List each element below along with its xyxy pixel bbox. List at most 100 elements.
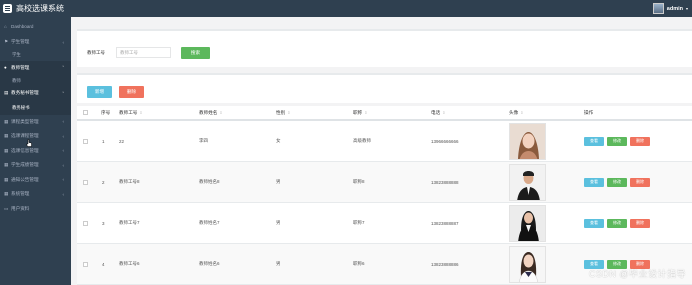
cell-gender: 男 <box>276 220 281 225</box>
sidebar-item-label: 教师管理 <box>11 64 30 70</box>
cell-index: 4 <box>102 261 105 267</box>
sidebar-item-secretary-mgmt[interactable]: ▤ 教务秘书管理 ˇ <box>0 86 71 101</box>
sidebar-subitem-secretary[interactable]: 教务秘书 <box>0 100 71 115</box>
sidebar-subitem-student[interactable]: 学生 <box>0 50 71 61</box>
delete-row-button[interactable]: 删除 <box>630 177 650 187</box>
teacher-table: 序号 教师工号 ⇕ 教师姓名 ⇕ 性别 ⇕ 职称 ⇕ 电话 ⇕ 头像 ⇕ 操作 1 22 李… <box>77 106 692 285</box>
action-panel: 新增 删除 <box>77 73 692 103</box>
edit-button[interactable]: 修改 <box>607 218 627 228</box>
cell-phone: 13823888887 <box>431 220 459 226</box>
search-button[interactable]: 搜索 <box>181 47 210 59</box>
chevron-left-icon: ‹ <box>62 119 65 125</box>
column-header-index: 序号 <box>101 109 111 115</box>
view-button[interactable]: 查看 <box>584 136 604 146</box>
sidebar-item-dashboard[interactable]: ⌂ Dashboard <box>0 17 71 35</box>
table-row: 2 教师工号8 教师姓名8 男 职称8 13823888888 查看 修改 删除 <box>77 162 692 203</box>
edit-button[interactable]: 修改 <box>607 136 627 146</box>
sort-icon: ⇕ <box>287 111 291 115</box>
cell-name: 教师姓名6 <box>199 261 220 266</box>
sort-icon: ⇕ <box>364 111 368 115</box>
watermark: CSDN @毕业设计指导 <box>588 269 686 279</box>
cell-gender: 男 <box>276 179 281 184</box>
app-title: 高校选课系统 <box>16 4 64 13</box>
home-icon: ⌂ <box>4 23 7 29</box>
delete-row-button[interactable]: 删除 <box>630 218 650 228</box>
cell-gender: 男 <box>276 261 281 266</box>
chevron-left-icon: ‹ <box>62 148 65 154</box>
chevron-down-icon: ˇ <box>62 65 65 71</box>
grid-icon: ▦ <box>4 147 9 153</box>
sort-icon: ⇕ <box>139 111 143 115</box>
column-header-avatar[interactable]: 头像 ⇕ <box>509 106 523 119</box>
sidebar-subitem-teacher[interactable]: 教师 <box>0 75 71 86</box>
user-icon: ● <box>4 65 7 71</box>
sidebar-item-course-type-mgmt[interactable]: ▦ 课程类型管理 ‹ <box>0 115 71 130</box>
row-checkbox[interactable] <box>83 220 88 226</box>
sidebar-item-label: 学生成绩管理 <box>11 162 39 168</box>
sidebar-item-label: 系统管理 <box>11 191 30 197</box>
row-checkbox[interactable] <box>83 261 88 267</box>
search-input[interactable]: 教师工号 <box>116 47 171 58</box>
select-all-checkbox[interactable] <box>83 110 88 115</box>
cell-index: 1 <box>102 138 105 144</box>
column-header-phone[interactable]: 电话 ⇕ <box>431 106 445 119</box>
sidebar-item-user-profile[interactable]: ▭ 用户资料 <box>0 202 71 217</box>
main-content: 教师工号 教师工号 搜索 新增 删除 序号 教师工号 ⇕ 教师姓名 ⇕ 性别 ⇕ 职称… <box>71 17 692 285</box>
chevron-left-icon: ‹ <box>62 177 65 183</box>
grid-icon: ▦ <box>4 133 9 139</box>
view-button[interactable]: 查看 <box>584 177 604 187</box>
top-navbar: 高校选课系统 admin ▾ <box>0 0 692 17</box>
sidebar-item-selection-info-mgmt[interactable]: ▦ 选课信息管理 ‹ <box>0 144 71 159</box>
avatar-photo <box>509 204 546 242</box>
sidebar-item-teacher-mgmt[interactable]: ● 教师管理 ˇ <box>0 60 71 75</box>
sidebar-item-grade-mgmt[interactable]: ▦ 学生成绩管理 ‹ <box>0 158 71 173</box>
caret-down-icon[interactable]: ▾ <box>686 6 688 11</box>
add-button[interactable]: 新增 <box>87 86 112 98</box>
cell-phone: 13823888886 <box>431 261 459 267</box>
sidebar-item-label: 课程类型管理 <box>11 118 39 124</box>
sidebar-item-label: 用户资料 <box>11 205 30 211</box>
table-header-row: 序号 教师工号 ⇕ 教师姓名 ⇕ 性别 ⇕ 职称 ⇕ 电话 ⇕ 头像 ⇕ 操作 <box>77 106 692 121</box>
sort-icon: ⇕ <box>219 111 223 115</box>
cell-name: 教师姓名8 <box>199 179 220 184</box>
cell-title: 职称6 <box>353 261 365 266</box>
chevron-left-icon: ‹ <box>62 191 65 197</box>
sidebar-item-student-mgmt[interactable]: ⚑ 学生管理 ‹ <box>0 35 71 50</box>
sidebar-item-label: 选课课程管理 <box>11 133 39 139</box>
cell-id: 教师工号7 <box>119 220 140 225</box>
user-menu[interactable]: admin ▾ <box>652 2 688 15</box>
sidebar-item-notice-mgmt[interactable]: ▦ 通知公告管理 ‹ <box>0 173 71 188</box>
user-name[interactable]: admin <box>667 6 683 12</box>
table-row: 3 教师工号7 教师姓名7 男 职称7 13823888887 查看 修改 删除 <box>77 203 692 244</box>
grid-icon: ▦ <box>4 191 9 197</box>
column-header-id[interactable]: 教师工号 ⇕ <box>119 106 143 119</box>
sidebar-item-label: Dashboard <box>11 23 34 29</box>
menu-toggle-icon[interactable] <box>3 4 12 13</box>
sidebar-item-elective-course-mgmt[interactable]: ▦ 选课课程管理 ‹ <box>0 129 71 144</box>
sidebar-item-label: 通知公告管理 <box>11 176 39 182</box>
column-header-name[interactable]: 教师姓名 ⇕ <box>199 106 223 119</box>
chevron-left-icon: ‹ <box>62 162 65 168</box>
grid-icon: ▦ <box>4 118 9 124</box>
cell-phone: 13966666666 <box>431 138 459 144</box>
sidebar-item-system-mgmt[interactable]: ▦ 系统管理 ‹ <box>0 187 71 202</box>
cell-name: 李四 <box>199 138 208 143</box>
view-button[interactable]: 查看 <box>584 218 604 228</box>
flag-icon: ⚑ <box>4 39 9 45</box>
cell-id: 22 <box>119 138 125 144</box>
cell-name: 教师姓名7 <box>199 220 220 225</box>
avatar[interactable] <box>652 3 664 14</box>
cell-phone: 13823888888 <box>431 179 459 185</box>
delete-row-button[interactable]: 删除 <box>630 136 650 146</box>
edit-button[interactable]: 修改 <box>607 177 627 187</box>
row-checkbox[interactable] <box>83 138 88 144</box>
column-header-title[interactable]: 职称 ⇕ <box>353 106 367 119</box>
hand-cursor-icon <box>26 139 32 147</box>
table-row: 1 22 李四 女 高级教师 13966666666 查看 修改 删除 <box>77 121 692 162</box>
avatar-photo <box>509 163 546 201</box>
row-checkbox[interactable] <box>83 179 88 185</box>
sidebar: ⌂ Dashboard ⚑ 学生管理 ‹ 学生 ● 教师管理 ˇ 教师 ▤ 教务… <box>0 17 71 285</box>
delete-button[interactable]: 删除 <box>119 86 144 98</box>
column-header-gender[interactable]: 性别 ⇕ <box>276 106 290 119</box>
search-label: 教师工号 <box>87 50 105 55</box>
